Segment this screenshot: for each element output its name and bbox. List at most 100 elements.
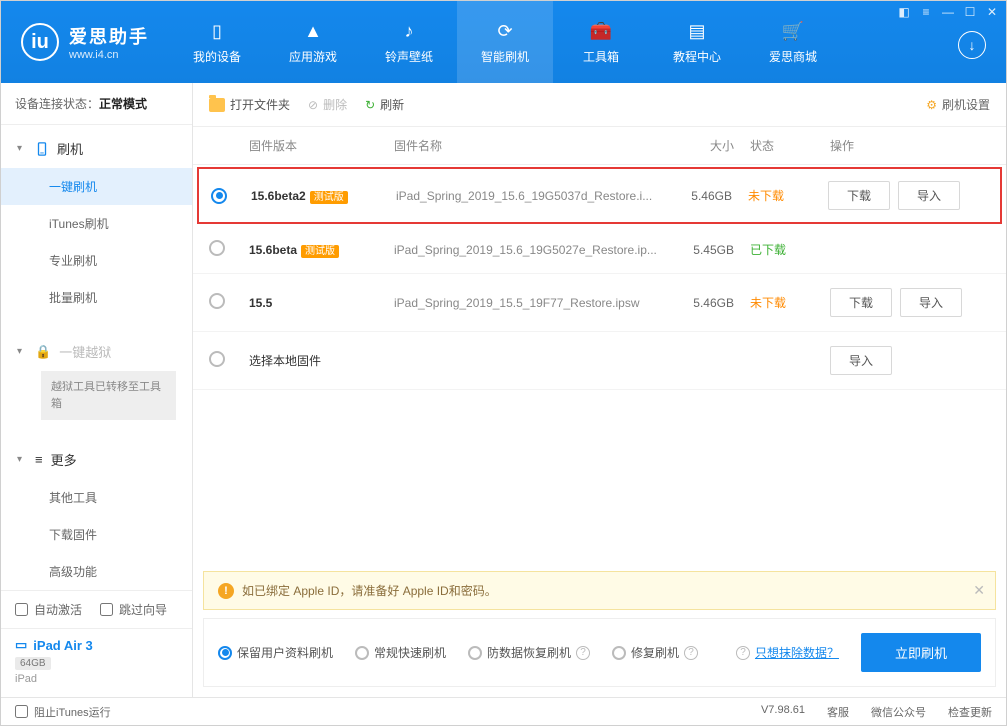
app-version: V7.98.61: [761, 704, 805, 720]
skin-icon[interactable]: ◧: [896, 5, 912, 19]
app-header: iu 爱思助手 www.i4.cn ▯我的设备 ▲应用游戏 ♪铃声壁纸 ⟳智能刷…: [1, 1, 1006, 83]
auto-activate-row: 自动激活 跳过向导: [1, 591, 192, 628]
option-keep-data[interactable]: 保留用户资料刷机: [218, 644, 333, 661]
nav-my-device[interactable]: ▯我的设备: [169, 1, 265, 83]
sidebar-item-batch-flash[interactable]: 批量刷机: [1, 279, 192, 316]
status-bar: 阻止iTunes运行 V7.98.61 客服 微信公众号 检查更新: [1, 697, 1006, 725]
sidebar-jailbreak-header: ▾ 🔒 一键越狱: [1, 332, 192, 371]
sidebar-more-header[interactable]: ▾ ≡ 更多: [1, 440, 192, 479]
lock-icon: 🔒: [35, 344, 51, 360]
radio-icon: [612, 646, 626, 660]
nav-tutorials[interactable]: ▤教程中心: [649, 1, 745, 83]
radio-icon[interactable]: [209, 293, 225, 309]
window-controls: ◧ ≡ — ☐ ✕: [896, 5, 1000, 19]
local-firmware-row[interactable]: 选择本地固件导入: [193, 332, 1006, 390]
option-anti-recovery[interactable]: 防数据恢复刷机?: [468, 644, 590, 661]
table-header: 固件版本 固件名称 大小 状态 操作: [193, 127, 1006, 165]
firmware-row[interactable]: 15.6beta2测试版iPad_Spring_2019_15.6_19G503…: [197, 167, 1002, 224]
firmware-version: 15.6beta测试版: [249, 242, 394, 257]
app-title: 爱思助手: [69, 23, 149, 49]
chevron-down-icon: ▾: [17, 143, 27, 154]
firmware-size: 5.46GB: [668, 189, 748, 203]
firmware-size: 5.46GB: [670, 296, 750, 310]
import-button[interactable]: 导入: [900, 288, 962, 317]
cart-icon: 🛒: [781, 20, 805, 44]
wechat-link[interactable]: 微信公众号: [871, 704, 926, 720]
flash-settings-button[interactable]: ⚙刷机设置: [926, 96, 990, 113]
folder-icon: [209, 98, 225, 112]
book-icon: ▤: [685, 20, 709, 44]
firmware-status: 已下载: [750, 241, 830, 258]
firmware-filename: iPad_Spring_2019_15.6_19G5027e_Restore.i…: [394, 243, 670, 257]
delete-button[interactable]: ⊘删除: [308, 96, 347, 113]
music-icon: ♪: [397, 20, 421, 44]
import-button[interactable]: 导入: [898, 181, 960, 210]
help-icon[interactable]: ?: [576, 646, 590, 660]
option-normal-flash[interactable]: 常规快速刷机: [355, 644, 446, 661]
auto-activate-checkbox[interactable]: [15, 603, 28, 616]
col-name: 固件名称: [394, 137, 670, 154]
download-button[interactable]: 下载: [830, 288, 892, 317]
download-indicator-icon[interactable]: ↓: [958, 31, 986, 59]
radio-icon: [468, 646, 482, 660]
sidebar-flash-header[interactable]: ▾ 刷机: [1, 129, 192, 168]
notice-close-button[interactable]: ✕: [973, 582, 985, 599]
device-type: iPad: [15, 673, 178, 685]
sidebar-item-oneclick-flash[interactable]: 一键刷机: [1, 168, 192, 205]
firmware-version: 15.6beta2测试版: [251, 188, 396, 203]
main-nav: ▯我的设备 ▲应用游戏 ♪铃声壁纸 ⟳智能刷机 🧰工具箱 ▤教程中心 🛒爱思商城: [169, 1, 841, 83]
nav-smart-flash[interactable]: ⟳智能刷机: [457, 1, 553, 83]
radio-icon[interactable]: [211, 188, 227, 204]
main-panel: 打开文件夹 ⊘删除 ↻刷新 ⚙刷机设置 固件版本 固件名称 大小 状态 操作 1…: [193, 83, 1006, 697]
firmware-status: 未下载: [750, 294, 830, 311]
firmware-row[interactable]: 15.6beta测试版iPad_Spring_2019_15.6_19G5027…: [193, 226, 1006, 274]
device-storage-badge: 64GB: [15, 657, 51, 670]
device-name[interactable]: ▭ iPad Air 3: [15, 637, 178, 653]
download-button[interactable]: 下载: [828, 181, 890, 210]
delete-icon: ⊘: [308, 98, 318, 112]
phone-icon: ▯: [205, 20, 229, 44]
option-repair-flash[interactable]: 修复刷机?: [612, 644, 698, 661]
sidebar-item-other-tools[interactable]: 其他工具: [1, 479, 192, 516]
support-link[interactable]: 客服: [827, 704, 849, 720]
app-logo-icon: iu: [21, 23, 59, 61]
sidebar-item-advanced[interactable]: 高级功能: [1, 553, 192, 590]
firmware-row[interactable]: 15.5iPad_Spring_2019_15.5_19F77_Restore.…: [193, 274, 1006, 332]
minimize-icon[interactable]: —: [940, 5, 956, 19]
menu-icon[interactable]: ≡: [918, 5, 934, 19]
open-folder-button[interactable]: 打开文件夹: [209, 96, 290, 113]
sidebar: 设备连接状态：正常模式 ▾ 刷机 一键刷机 iTunes刷机 专业刷机 批量刷机…: [1, 83, 193, 697]
radio-icon[interactable]: [209, 240, 225, 256]
close-icon[interactable]: ✕: [984, 5, 1000, 19]
check-update-link[interactable]: 检查更新: [948, 704, 992, 720]
firmware-filename: iPad_Spring_2019_15.6_19G5037d_Restore.i…: [396, 189, 668, 203]
warning-icon: !: [218, 583, 234, 599]
refresh-button[interactable]: ↻刷新: [365, 96, 404, 113]
skip-guide-checkbox[interactable]: [100, 603, 113, 616]
erase-data-link[interactable]: 只想抹除数据？: [755, 644, 839, 661]
sidebar-item-itunes-flash[interactable]: iTunes刷机: [1, 205, 192, 242]
radio-icon[interactable]: [209, 351, 225, 367]
help-icon[interactable]: ?: [736, 646, 750, 660]
toolbar: 打开文件夹 ⊘删除 ↻刷新 ⚙刷机设置: [193, 83, 1006, 127]
firmware-version: 15.5: [249, 296, 394, 310]
nav-ringtones[interactable]: ♪铃声壁纸: [361, 1, 457, 83]
flash-now-button[interactable]: 立即刷机: [861, 633, 981, 672]
app-url: www.i4.cn: [69, 49, 149, 61]
sidebar-item-pro-flash[interactable]: 专业刷机: [1, 242, 192, 279]
firmware-size: 5.45GB: [670, 243, 750, 257]
import-button[interactable]: 导入: [830, 346, 892, 375]
firmware-ops: 下载导入: [828, 181, 988, 210]
tablet-icon: ▭: [15, 637, 27, 653]
help-icon[interactable]: ?: [684, 646, 698, 660]
chevron-down-icon: ▾: [17, 454, 27, 465]
nav-toolbox[interactable]: 🧰工具箱: [553, 1, 649, 83]
block-itunes-checkbox[interactable]: [15, 705, 28, 718]
maximize-icon[interactable]: ☐: [962, 5, 978, 19]
sidebar-item-download-firmware[interactable]: 下载固件: [1, 516, 192, 553]
nav-store[interactable]: 🛒爱思商城: [745, 1, 841, 83]
refresh-icon: ↻: [365, 98, 375, 112]
nav-apps-games[interactable]: ▲应用游戏: [265, 1, 361, 83]
block-itunes-label: 阻止iTunes运行: [34, 704, 111, 720]
col-version: 固件版本: [249, 137, 394, 154]
